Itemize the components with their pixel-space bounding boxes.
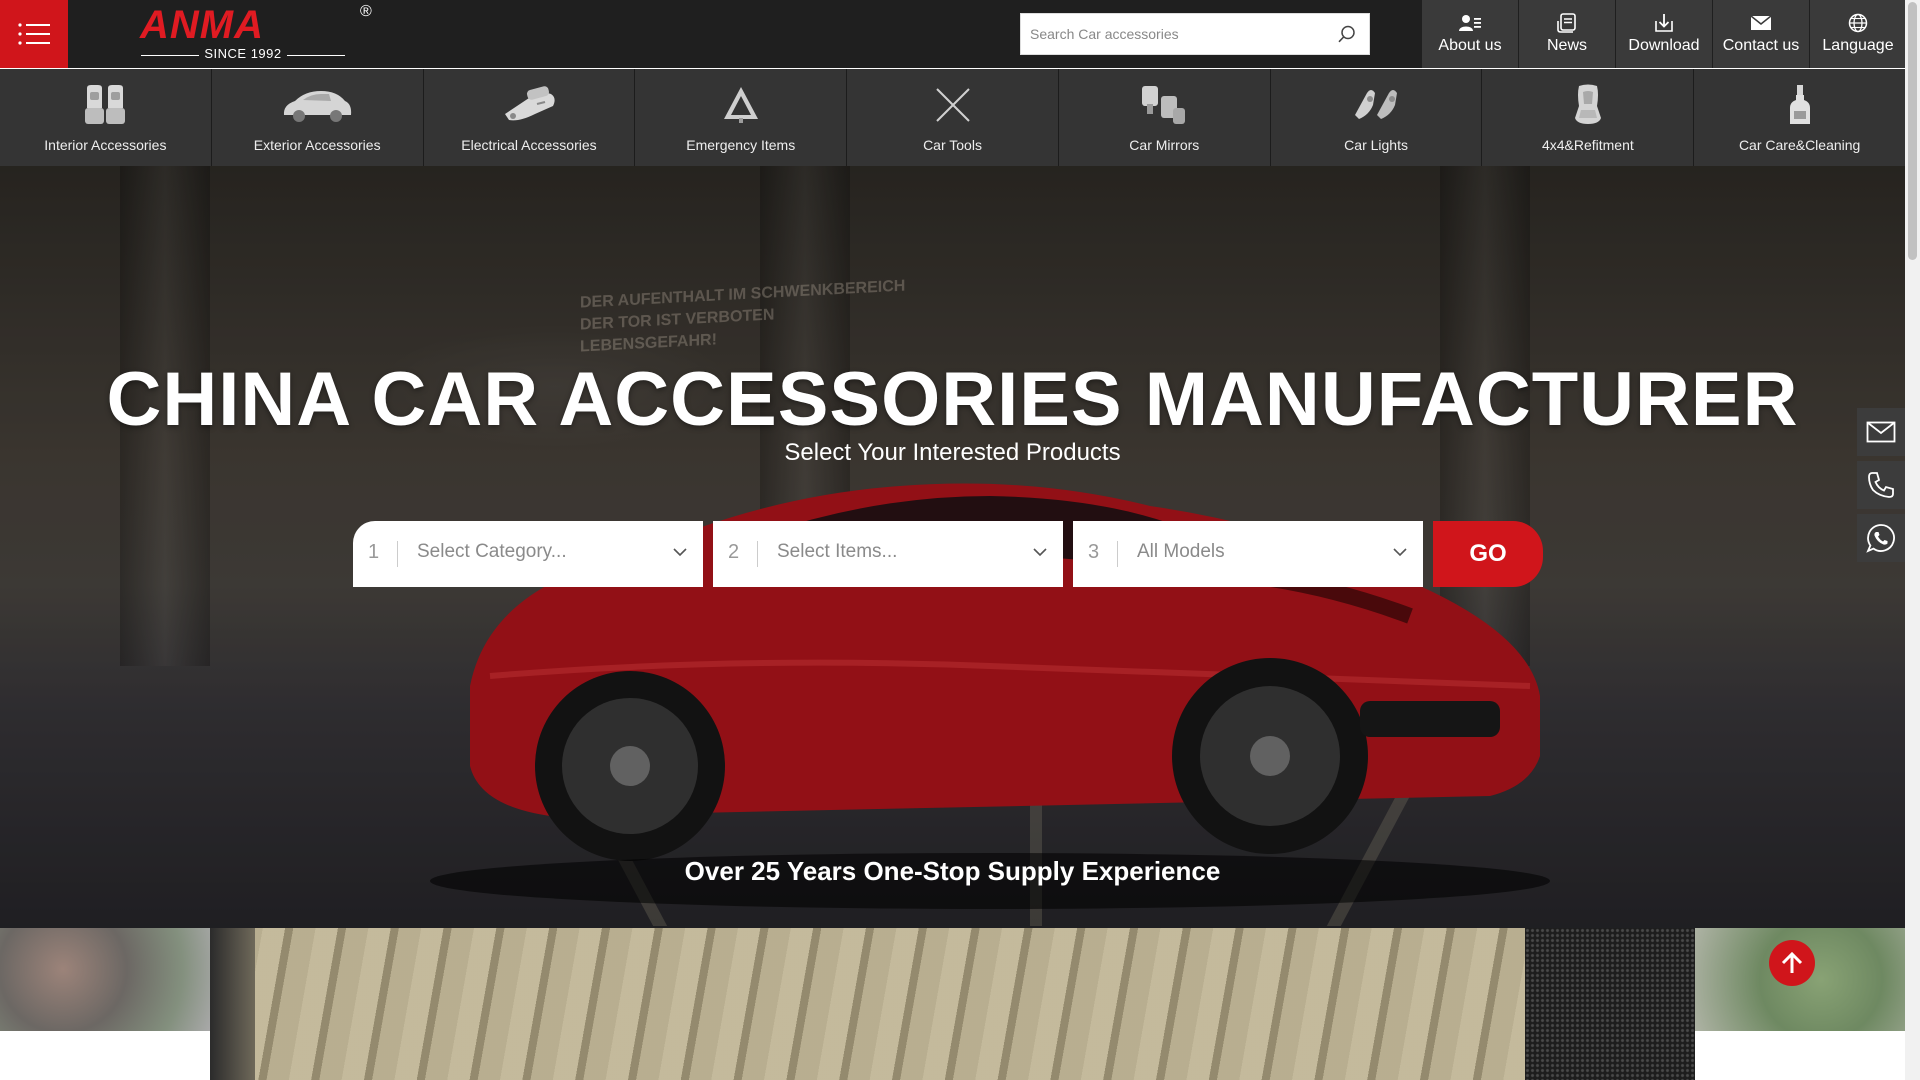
search-button[interactable] (1325, 14, 1369, 54)
globe-icon (1848, 13, 1868, 33)
svg-text:®: ® (360, 3, 372, 20)
category-label: Car Tools (923, 137, 982, 153)
category-car-mirrors[interactable]: Car Mirrors (1058, 69, 1271, 166)
hamburger-menu-icon (18, 23, 50, 45)
divider (757, 541, 758, 567)
mat-edge (210, 928, 255, 1080)
mail-icon (1866, 421, 1896, 443)
about-user-icon (1459, 15, 1481, 31)
phone-icon (1868, 472, 1894, 498)
category-4x4-refitment[interactable]: 4x4&Refitment (1482, 69, 1695, 166)
whatsapp-icon (1866, 524, 1895, 553)
back-to-top-button[interactable] (1769, 940, 1815, 986)
about-us-link[interactable]: About us (1422, 0, 1518, 68)
top-links: About us News Download Contact us Langua… (1422, 0, 1907, 68)
anma-logo-wordmark: ANMA ® (139, 3, 372, 47)
step-number: 2 (728, 541, 740, 563)
items-select[interactable]: 2 Select Items... (713, 521, 1063, 587)
page-scrollbar[interactable] (1905, 0, 1920, 1080)
float-phone-button[interactable] (1857, 461, 1905, 509)
category-car-care-cleaning[interactable]: Car Care&Cleaning (1694, 69, 1906, 166)
download-icon (1655, 14, 1673, 32)
news-label: News (1546, 37, 1587, 54)
category-nav: Interior Accessories Exterior Accessorie… (0, 69, 1906, 166)
hero-banner: DER AUFENTHALT IM SCHWENKBEREICH DER TOR… (0, 166, 1905, 928)
carpet-texture (1525, 928, 1695, 1080)
step-number: 3 (1088, 541, 1100, 563)
mirror-icon (1142, 86, 1186, 124)
category-label: Exterior Accessories (253, 137, 381, 153)
hero-subtitle: Select Your Interested Products (784, 439, 1121, 466)
search-box (1020, 13, 1370, 55)
search-input[interactable] (1021, 14, 1321, 54)
car-lights-icon (1355, 90, 1398, 119)
category-car-tools[interactable]: Car Tools (847, 69, 1059, 166)
select-value: Select Items... (777, 541, 898, 562)
download-link[interactable]: Download (1616, 0, 1712, 68)
chevron-down-icon (1033, 548, 1047, 557)
go-button[interactable]: GO (1433, 521, 1543, 587)
side-image-left (0, 928, 210, 1031)
select-value: Select Category... (417, 541, 567, 562)
hero-tagline: Over 25 Years One-Stop Supply Experience (684, 856, 1221, 886)
logo-since-text: SINCE 1992 (138, 46, 348, 61)
divider (1117, 541, 1118, 567)
language-label: Language (1822, 37, 1894, 54)
float-email-button[interactable] (1857, 408, 1905, 456)
category-car-lights[interactable]: Car Lights (1270, 69, 1483, 166)
category-label: Car Lights (1344, 137, 1408, 153)
select-value: All Models (1137, 541, 1225, 562)
models-select[interactable]: 3 All Models (1073, 521, 1423, 587)
hero-title: CHINA CAR ACCESSORIES MANUFACTURER (106, 357, 1799, 442)
divider (397, 541, 398, 567)
chevron-down-icon (673, 548, 687, 557)
car-seat-covers-icon (85, 85, 126, 124)
site-logo[interactable]: ANMA ® SINCE 1992 (138, 2, 378, 64)
vacuum-cleaner-icon (504, 86, 555, 121)
news-link[interactable]: News (1519, 0, 1615, 68)
step-number: 1 (368, 541, 380, 563)
category-label: Emergency Items (686, 137, 796, 153)
arrow-up-icon (1781, 951, 1803, 973)
svg-text:ANMA: ANMA (139, 3, 264, 46)
floor-mat-image (210, 928, 1695, 1080)
category-exterior-accessories[interactable]: Exterior Accessories (211, 69, 424, 166)
float-whatsapp-button[interactable] (1857, 514, 1905, 562)
language-link[interactable]: Language (1810, 0, 1906, 68)
about-us-label: About us (1438, 37, 1502, 54)
bucket-seat-icon (1574, 84, 1601, 124)
mail-icon (1750, 15, 1772, 30)
category-emergency-items[interactable]: Emergency Items (635, 69, 848, 166)
category-label: Interior Accessories (44, 137, 167, 153)
category-label: Electrical Accessories (461, 137, 597, 153)
category-label: Car Mirrors (1129, 137, 1200, 153)
product-selector: 1 Select Category... 2 Select Items... 3… (353, 521, 1543, 587)
search-icon (1338, 25, 1355, 43)
category-label: 4x4&Refitment (1541, 137, 1634, 153)
mat-texture (210, 928, 1695, 1080)
crossed-tools-icon (935, 88, 970, 122)
menu-button[interactable] (0, 0, 68, 68)
car-cover-icon (284, 91, 352, 122)
download-label: Download (1628, 37, 1700, 54)
warning-triangle-icon (723, 87, 758, 123)
category-label: Car Care&Cleaning (1738, 137, 1861, 153)
category-electrical-accessories[interactable]: Electrical Accessories (423, 69, 636, 166)
chevron-down-icon (1393, 548, 1407, 557)
product-banner-section (0, 928, 1905, 1080)
contact-us-label: Contact us (1722, 37, 1800, 54)
news-icon (1557, 13, 1576, 33)
category-interior-accessories[interactable]: Interior Accessories (0, 69, 212, 166)
scrollbar-thumb[interactable] (1908, 2, 1917, 260)
spray-bottle-icon (1789, 85, 1810, 124)
top-header: ANMA ® SINCE 1992 About us News Download (0, 0, 1907, 68)
contact-us-link[interactable]: Contact us (1713, 0, 1809, 68)
category-select[interactable]: 1 Select Category... (353, 521, 703, 587)
